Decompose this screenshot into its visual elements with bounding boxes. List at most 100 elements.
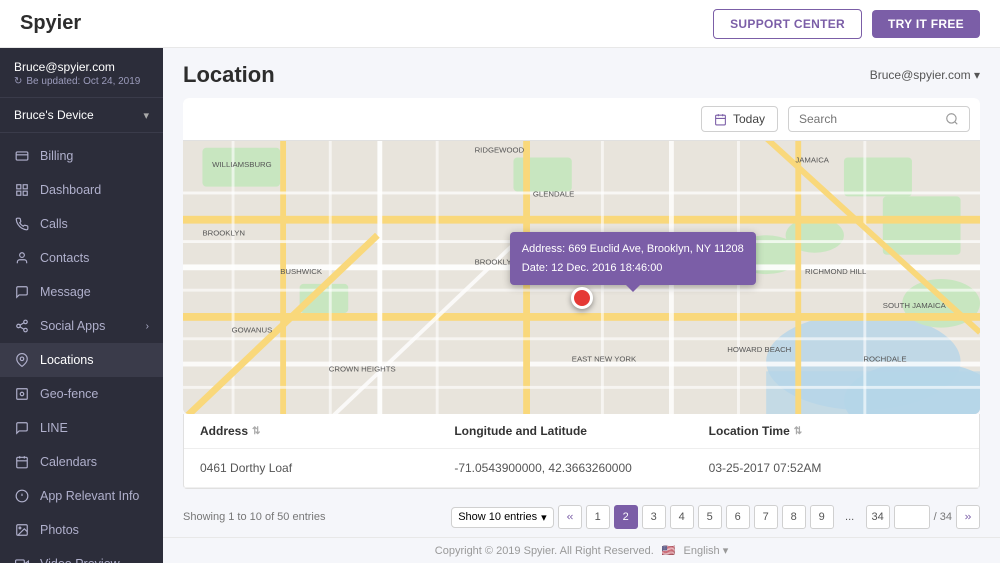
sidebar-item-dashboard-label: Dashboard xyxy=(40,183,101,197)
pagination-last-button[interactable] xyxy=(956,505,980,529)
sidebar-item-app-relevant-info[interactable]: App Relevant Info xyxy=(0,479,163,513)
sidebar-item-geo-fence[interactable]: Geo-fence xyxy=(0,377,163,411)
col-address: Address ⇅ xyxy=(200,424,454,438)
sidebar-item-app-relevant-label: App Relevant Info xyxy=(40,489,139,503)
locations-icon xyxy=(14,352,30,368)
page-8-button[interactable]: 8 xyxy=(782,505,806,529)
svg-text:ROCHDALE: ROCHDALE xyxy=(863,355,906,364)
location-table: Address ⇅ Longitude and Latitude Locatio… xyxy=(183,414,980,489)
sidebar-item-line-label: LINE xyxy=(40,421,68,435)
sidebar-item-dashboard[interactable]: Dashboard xyxy=(0,173,163,207)
page-3-button[interactable]: 3 xyxy=(642,505,666,529)
line-icon xyxy=(14,420,30,436)
sidebar-user-updated: ↻ Be updated: Oct 24, 2019 xyxy=(14,76,149,87)
device-name: Bruce's Device xyxy=(14,108,94,122)
app-relevant-icon xyxy=(14,488,30,504)
try-it-free-button[interactable]: TRY IT FREE xyxy=(872,10,980,38)
cell-time: 03-25-2017 07:52AM xyxy=(709,461,963,475)
page-size-chevron-icon: ▾ xyxy=(541,511,547,524)
last-page-icon xyxy=(963,512,973,522)
sidebar-user-email: Bruce@spyier.com xyxy=(14,60,149,74)
sidebar-item-geo-fence-label: Geo-fence xyxy=(40,387,98,401)
geo-fence-icon xyxy=(14,386,30,402)
photos-icon xyxy=(14,522,30,538)
col-coords: Longitude and Latitude xyxy=(454,424,708,438)
page-size-select[interactable]: Show 10 entries ▾ xyxy=(451,507,553,528)
search-icon xyxy=(945,112,959,126)
svg-text:GOWANUS: GOWANUS xyxy=(232,325,273,334)
svg-text:RICHMOND HILL: RICHMOND HILL xyxy=(805,267,867,276)
page-34-button[interactable]: 34 xyxy=(866,505,890,529)
pagination-controls: Show 10 entries ▾ 1 2 3 4 5 6 7 8 9 ... … xyxy=(451,505,980,529)
cell-coords: -71.0543900000, 42.3663260000 xyxy=(454,461,708,475)
sidebar-item-video-preview-label: Video Preview xyxy=(40,557,120,563)
sidebar-item-photos-label: Photos xyxy=(40,523,79,537)
svg-text:SOUTH JAMAICA: SOUTH JAMAICA xyxy=(883,301,947,310)
main-layout: Bruce@spyier.com ↻ Be updated: Oct 24, 2… xyxy=(0,48,1000,563)
user-selector-email: Bruce@spyier.com ▾ xyxy=(870,68,980,82)
svg-text:HOWARD BEACH: HOWARD BEACH xyxy=(727,345,791,354)
sidebar-item-contacts[interactable]: Contacts xyxy=(0,241,163,275)
sidebar-item-message[interactable]: Message xyxy=(0,275,163,309)
sidebar-item-calendars-label: Calendars xyxy=(40,455,97,469)
map-toolbar: Today xyxy=(183,98,980,141)
content-header: Location Bruce@spyier.com ▾ xyxy=(163,48,1000,98)
sidebar-item-contacts-label: Contacts xyxy=(40,251,89,265)
sidebar-nav: Billing Dashboard Calls Contacts xyxy=(0,133,163,563)
billing-icon xyxy=(14,148,30,164)
svg-text:CROWN HEIGHTS: CROWN HEIGHTS xyxy=(329,364,396,373)
footer-inner: Copyright © 2019 Spyier. All Right Reser… xyxy=(169,544,994,557)
sidebar-item-video-preview[interactable]: Video Preview xyxy=(0,547,163,563)
page-6-button[interactable]: 6 xyxy=(726,505,750,529)
popup-address: Address: 669 Euclid Ave, Brooklyn, NY 11… xyxy=(522,240,744,259)
page-1-button[interactable]: 1 xyxy=(586,505,610,529)
svg-text:BUSHWICK: BUSHWICK xyxy=(280,267,323,276)
sidebar-user: Bruce@spyier.com ↻ Be updated: Oct 24, 2… xyxy=(0,48,163,98)
dashboard-icon xyxy=(14,182,30,198)
refresh-icon: ↻ xyxy=(14,76,22,87)
page-9-button[interactable]: 9 xyxy=(810,505,834,529)
message-icon xyxy=(14,284,30,300)
sort-time-icon[interactable]: ⇅ xyxy=(794,426,802,437)
sidebar-item-calls[interactable]: Calls xyxy=(0,207,163,241)
contacts-icon xyxy=(14,250,30,266)
page-jump-input[interactable] xyxy=(894,505,930,529)
user-selector[interactable]: Bruce@spyier.com ▾ xyxy=(870,68,980,82)
language-chevron-icon: ▾ xyxy=(723,545,729,557)
page-2-button[interactable]: 2 xyxy=(614,505,638,529)
page-7-button[interactable]: 7 xyxy=(754,505,778,529)
language-selector[interactable]: English ▾ xyxy=(684,544,729,557)
map-pin-circle xyxy=(571,287,593,309)
sidebar-item-locations-label: Locations xyxy=(40,353,94,367)
sidebar-device[interactable]: Bruce's Device ▾ xyxy=(0,98,163,133)
popup-date: Date: 12 Dec. 2016 18:46:00 xyxy=(522,259,744,278)
calendar-icon xyxy=(714,113,727,126)
calls-icon xyxy=(14,216,30,232)
page-total-label: / 34 xyxy=(934,511,952,523)
sort-address-icon[interactable]: ⇅ xyxy=(252,426,260,437)
sidebar-item-locations[interactable]: Locations xyxy=(0,343,163,377)
sidebar-item-calendars[interactable]: Calendars xyxy=(0,445,163,479)
pagination-info: Showing 1 to 10 of 50 entries xyxy=(183,511,325,523)
date-filter-label: Today xyxy=(733,112,765,126)
sidebar-item-social-apps[interactable]: Social Apps › xyxy=(0,309,163,343)
sidebar-item-billing[interactable]: Billing xyxy=(0,139,163,173)
social-apps-chevron-icon: › xyxy=(146,321,149,332)
page-5-button[interactable]: 5 xyxy=(698,505,722,529)
sidebar: Bruce@spyier.com ↻ Be updated: Oct 24, 2… xyxy=(0,48,163,563)
logo: Spyier xyxy=(20,12,81,35)
sidebar-item-line[interactable]: LINE xyxy=(0,411,163,445)
date-filter-button[interactable]: Today xyxy=(701,106,778,132)
sidebar-item-message-label: Message xyxy=(40,285,91,299)
footer: Copyright © 2019 Spyier. All Right Reser… xyxy=(163,537,1000,563)
support-center-button[interactable]: SUPPORT CENTER xyxy=(713,9,862,39)
sidebar-item-photos[interactable]: Photos xyxy=(0,513,163,547)
pagination-first-button[interactable] xyxy=(558,505,582,529)
flag-icon: 🇺🇸 xyxy=(662,544,676,557)
search-input[interactable] xyxy=(799,112,939,126)
map-container: Today xyxy=(183,98,980,414)
table-header: Address ⇅ Longitude and Latitude Locatio… xyxy=(184,414,979,449)
map-popup: Address: 669 Euclid Ave, Brooklyn, NY 11… xyxy=(510,232,756,285)
content: Location Bruce@spyier.com ▾ Today xyxy=(163,48,1000,563)
page-4-button[interactable]: 4 xyxy=(670,505,694,529)
